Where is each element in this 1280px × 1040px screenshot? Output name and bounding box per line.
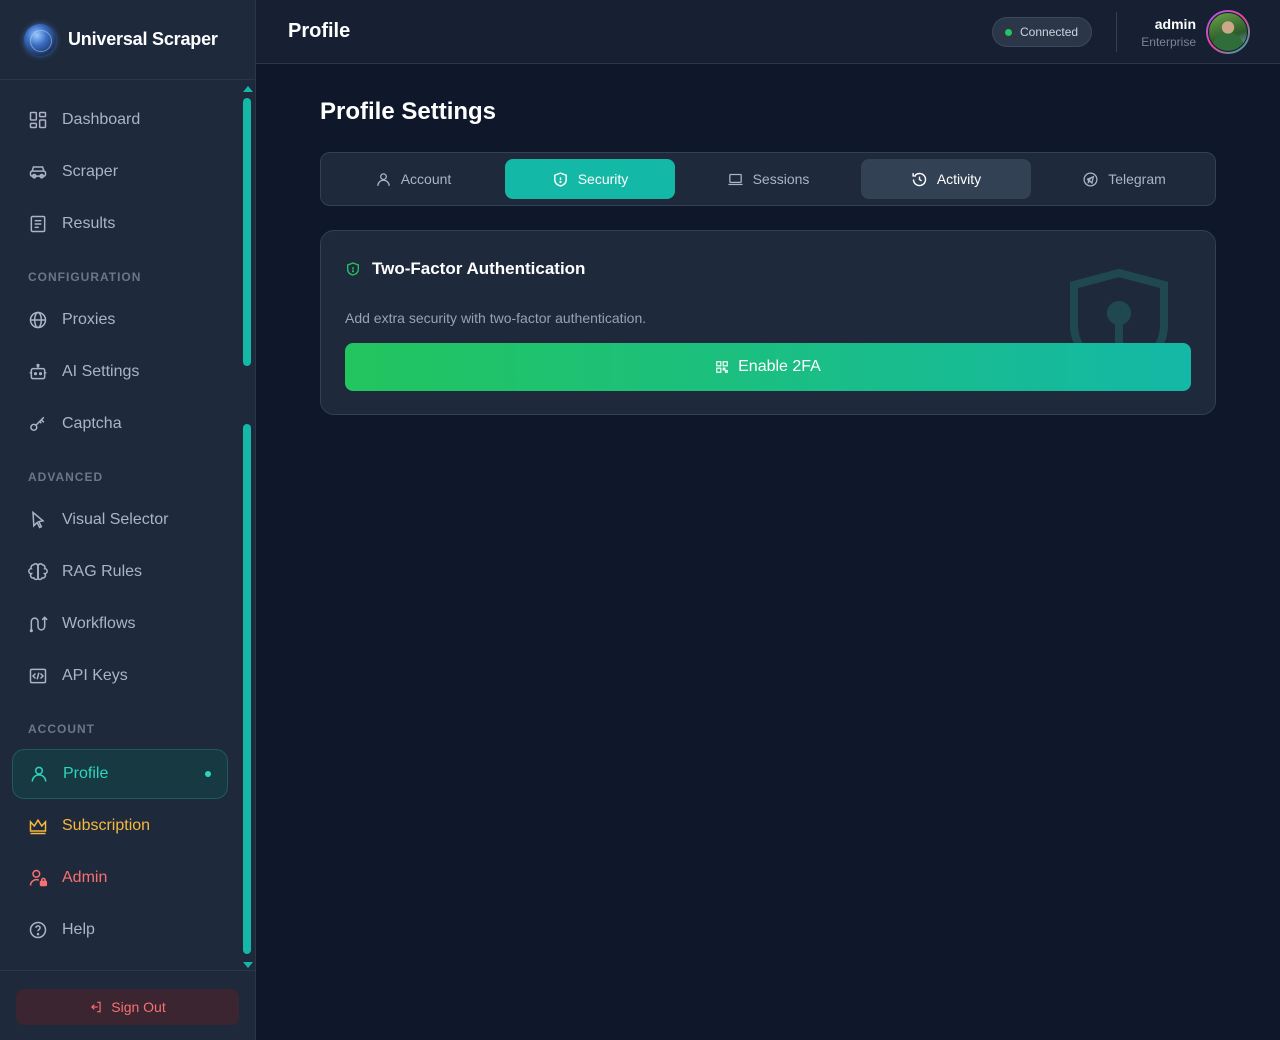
sidebar-item-results[interactable]: Results: [12, 200, 228, 248]
sidebar-item-scraper[interactable]: Scraper: [12, 148, 228, 196]
sidebar-item-label: Profile: [63, 765, 109, 782]
active-indicator: [205, 771, 211, 777]
settings-title: Profile Settings: [320, 98, 497, 125]
avatar-image: [1208, 12, 1248, 52]
dashboard-icon: [29, 111, 47, 129]
sidebar-item-label: AI Settings: [62, 363, 140, 380]
sidebar-item-workflows[interactable]: Workflows: [12, 600, 228, 648]
user-lock-icon: [29, 869, 48, 887]
sidebar-item-captcha[interactable]: Captcha: [12, 400, 228, 448]
tab-account[interactable]: Account: [328, 159, 498, 199]
sidebar-item-label: Admin: [62, 869, 108, 886]
sidebar-item-label: Captcha: [62, 415, 122, 432]
section-account: ACCOUNT: [28, 722, 95, 736]
card-title: Two-Factor Authentication: [372, 259, 586, 278]
sign-out-button[interactable]: Sign Out: [16, 989, 239, 1025]
connection-status-badge: Connected: [992, 17, 1092, 47]
sidebar-item-help[interactable]: Help: [12, 906, 228, 954]
sidebar: Universal Scraper Dashboard Scraper Resu…: [0, 0, 256, 1040]
bot-icon: [29, 166, 47, 179]
user-icon: [31, 766, 47, 782]
laptop-icon: [728, 173, 743, 185]
sidebar-item-admin[interactable]: Admin: [12, 854, 228, 902]
scroll-down-arrow-icon[interactable]: [243, 962, 253, 968]
scroll-up-arrow-icon[interactable]: [243, 86, 253, 92]
crown-icon: [29, 818, 47, 835]
sidebar-item-label: Results: [62, 215, 116, 232]
sidebar-item-label: Help: [62, 921, 95, 938]
brain-icon: [28, 563, 48, 581]
tab-label: Sessions: [752, 171, 810, 187]
user-name: admin: [1154, 16, 1196, 32]
sidebar-item-api-keys[interactable]: API Keys: [12, 652, 228, 700]
tab-label: Activity: [936, 171, 982, 187]
sidebar-item-rag-rules[interactable]: RAG Rules: [12, 548, 228, 596]
sidebar-item-label: Visual Selector: [62, 511, 169, 528]
tab-activity[interactable]: Activity: [861, 159, 1031, 199]
page-title: Profile: [288, 20, 351, 42]
header-divider: [1116, 12, 1117, 52]
sidebar-item-label: Dashboard: [62, 111, 141, 128]
two-factor-card: Two-Factor Authentication Add extra secu…: [320, 230, 1216, 415]
sidebar-item-label: RAG Rules: [62, 563, 143, 580]
sidebar-item-label: Subscription: [62, 817, 151, 834]
history-icon: [912, 172, 927, 186]
sidebar-item-subscription[interactable]: Subscription: [12, 802, 228, 850]
enable-2fa-label: Enable 2FA: [738, 358, 821, 375]
sidebar-item-label: Scraper: [62, 163, 119, 180]
settings-tabs: Account Security Sessions Activity Teleg…: [320, 152, 1216, 206]
workflow-icon: [29, 616, 48, 633]
globe-icon: [29, 311, 47, 329]
brand[interactable]: Universal Scraper: [0, 0, 255, 80]
top-header: Profile Connected admin Enterprise: [256, 0, 1280, 64]
user-plan: Enterprise: [1141, 35, 1196, 49]
avatar[interactable]: [1206, 10, 1250, 54]
tab-label: Telegram: [1108, 171, 1166, 187]
sidebar-nav: Dashboard Scraper Results CONFIGURATION …: [0, 80, 240, 970]
tab-label: Security: [577, 171, 629, 187]
sign-out-label: Sign Out: [111, 999, 166, 1015]
tab-telegram[interactable]: Telegram: [1039, 159, 1209, 199]
cursor-icon: [32, 510, 45, 529]
help-icon: [29, 921, 47, 939]
robot-icon: [29, 363, 47, 380]
tab-sessions[interactable]: Sessions: [683, 159, 853, 199]
results-icon: [30, 215, 46, 233]
sidebar-item-label: API Keys: [62, 667, 128, 684]
logout-icon: [91, 1001, 101, 1013]
enable-2fa-button[interactable]: Enable 2FA: [345, 343, 1191, 391]
tab-security[interactable]: Security: [505, 159, 675, 199]
sidebar-item-label: Workflows: [62, 615, 136, 632]
sidebar-scrollbar[interactable]: [240, 80, 256, 970]
user-icon: [376, 172, 390, 186]
status-dot-icon: [1005, 28, 1012, 36]
sidebar-footer: Sign Out: [0, 970, 256, 1040]
sidebar-item-visual-selector[interactable]: Visual Selector: [12, 496, 228, 544]
card-header: Two-Factor Authentication: [345, 259, 585, 279]
telegram-icon: [1083, 171, 1098, 187]
section-advanced: ADVANCED: [28, 470, 104, 484]
code-icon: [29, 668, 47, 684]
scrollbar-thumb[interactable]: [243, 98, 251, 366]
tab-label: Account: [400, 171, 452, 187]
shield-icon: [553, 171, 567, 187]
brand-name: Universal Scraper: [68, 29, 218, 49]
card-description: Add extra security with two-factor authe…: [345, 310, 647, 326]
status-label: Connected: [1020, 25, 1079, 39]
sidebar-item-profile[interactable]: Profile: [12, 749, 228, 799]
key-icon: [30, 416, 45, 431]
scrollbar-thumb[interactable]: [243, 424, 251, 954]
sidebar-item-dashboard[interactable]: Dashboard: [12, 96, 228, 144]
shield-icon: [347, 262, 359, 276]
sidebar-item-proxies[interactable]: Proxies: [12, 296, 228, 344]
sidebar-item-label: Proxies: [62, 311, 116, 328]
section-configuration: CONFIGURATION: [28, 270, 142, 284]
sidebar-item-ai-settings[interactable]: AI Settings: [12, 348, 228, 396]
qr-code-icon: [716, 361, 728, 373]
brand-logo-icon: [24, 23, 56, 56]
